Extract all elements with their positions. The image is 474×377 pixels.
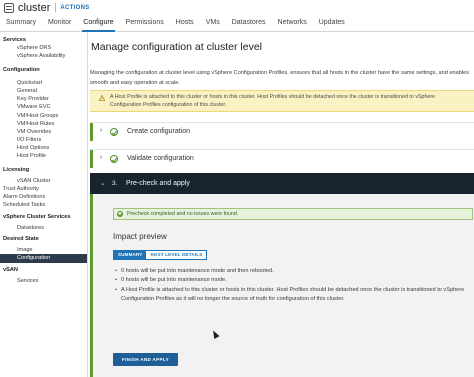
chevron-right-icon[interactable]: › bbox=[100, 154, 102, 161]
list-item: A Host Profile is attached to this clust… bbox=[115, 286, 473, 305]
warning-icon bbox=[99, 95, 105, 101]
tab-configure[interactable]: Configure bbox=[82, 19, 116, 32]
sidebar-item-vsan-services[interactable]: Services bbox=[0, 277, 87, 285]
impact-list: 0 hosts will be put into maintenance mod… bbox=[115, 267, 473, 305]
chevron-right-icon[interactable]: › bbox=[100, 127, 102, 134]
sidebar-item-vm-host-rules[interactable]: VM/Host Rules bbox=[0, 120, 87, 128]
sidebar-item-vm-host-groups[interactable]: VM/Host Groups bbox=[0, 112, 87, 120]
success-text: Precheck completed and no issues were fo… bbox=[127, 211, 239, 217]
sidebar-item-scheduled-tasks[interactable]: Scheduled Tasks bbox=[0, 201, 87, 209]
sidebar-item-trust-authority[interactable]: Trust Authority bbox=[0, 185, 87, 193]
check-circle-icon bbox=[110, 155, 118, 163]
precheck-success-alert: Precheck completed and no issues were fo… bbox=[113, 208, 473, 220]
sidebar-item-image[interactable]: Image bbox=[0, 246, 87, 254]
sidebar-item-key-provider[interactable]: Key Provider bbox=[0, 95, 87, 103]
sidebar-item-vsan-cluster[interactable]: vSAN Cluster bbox=[0, 177, 87, 185]
main-content: Manage configuration at cluster level Ma… bbox=[89, 32, 474, 377]
sidebar-section-vsan[interactable]: vSAN bbox=[0, 266, 87, 274]
step-label: Create configuration bbox=[127, 128, 191, 135]
header-divider bbox=[55, 3, 57, 12]
summary-toggle-button[interactable]: SUMMARY bbox=[114, 251, 147, 259]
object-header: cluster ACTIONS bbox=[0, 0, 474, 15]
sidebar-item-alarm-definitions[interactable]: Alarm Definitions bbox=[0, 193, 87, 201]
step-precheck-and-apply[interactable]: ⌄ 3. Pre-check and apply bbox=[90, 173, 474, 195]
page-title: Manage configuration at cluster level bbox=[91, 41, 263, 53]
configure-sidebar: Services vSphere DRS vSphere Availabilit… bbox=[0, 32, 88, 377]
tab-monitor[interactable]: Monitor bbox=[48, 19, 71, 31]
finish-and-apply-button[interactable]: FINISH AND APPLY bbox=[113, 353, 178, 366]
cluster-icon bbox=[4, 2, 14, 13]
sidebar-item-quickstart[interactable]: Quickstart bbox=[0, 79, 87, 87]
sidebar-item-host-options[interactable]: Host Options bbox=[0, 144, 87, 152]
vsphere-cluster-configure-page: cluster ACTIONS Summary Monitor Configur… bbox=[0, 0, 474, 377]
chevron-down-icon[interactable]: ⌄ bbox=[100, 179, 105, 187]
step-create-configuration[interactable]: › Create configuration bbox=[90, 122, 474, 141]
host-profile-warning-banner: A Host Profile is attached to this clust… bbox=[90, 90, 474, 112]
check-circle-icon bbox=[117, 211, 123, 217]
sidebar-section-configuration[interactable]: Configuration bbox=[0, 66, 87, 74]
sidebar-item-vsphere-availability[interactable]: vSphere Availability bbox=[0, 52, 87, 60]
step-status-bar bbox=[90, 123, 93, 141]
step-status-bar bbox=[90, 150, 93, 168]
tab-hosts[interactable]: Hosts bbox=[176, 19, 194, 31]
sidebar-item-desired-state-configuration[interactable]: Configuration bbox=[0, 254, 87, 263]
sidebar-item-vm-overrides[interactable]: VM Overrides bbox=[0, 128, 87, 136]
sidebar-item-host-profile[interactable]: Host Profile bbox=[0, 152, 87, 160]
tab-updates[interactable]: Updates bbox=[319, 19, 345, 31]
sidebar-item-vmware-evc[interactable]: VMware EVC bbox=[0, 103, 87, 111]
tab-summary[interactable]: Summary bbox=[6, 19, 36, 31]
sidebar-section-services[interactable]: Services bbox=[0, 36, 87, 44]
page-description: Managing the configuration at cluster le… bbox=[90, 70, 470, 86]
impact-view-toggle: SUMMARY HOST LEVEL DETAILS bbox=[113, 250, 208, 260]
tab-permissions[interactable]: Permissions bbox=[126, 19, 164, 31]
impact-preview-heading: Impact preview bbox=[113, 232, 167, 241]
tab-vms[interactable]: VMs bbox=[206, 19, 220, 31]
object-name: cluster bbox=[18, 1, 51, 14]
sidebar-item-vsphere-drs[interactable]: vSphere DRS bbox=[0, 44, 87, 52]
sidebar-section-vsphere-cluster-services[interactable]: vSphere Cluster Services bbox=[0, 213, 87, 221]
step-number: 3. bbox=[112, 180, 118, 187]
list-item: 0 hosts will be put into maintenance mod… bbox=[115, 276, 473, 286]
actions-menu-button[interactable]: ACTIONS bbox=[60, 5, 89, 11]
sidebar-section-licensing[interactable]: Licensing bbox=[0, 166, 87, 174]
sidebar-item-general[interactable]: General bbox=[0, 87, 87, 95]
check-circle-icon bbox=[110, 128, 118, 136]
step-validate-configuration[interactable]: › Validate configuration bbox=[90, 149, 474, 168]
tab-datastores[interactable]: Datastores bbox=[232, 19, 266, 31]
warning-text: A Host Profile is attached to this clust… bbox=[110, 94, 436, 108]
sidebar-item-datastores[interactable]: Datastores bbox=[0, 224, 87, 232]
step-label: Validate configuration bbox=[127, 155, 194, 162]
host-level-details-toggle-button[interactable]: HOST LEVEL DETAILS bbox=[146, 251, 207, 259]
object-tabs: Summary Monitor Configure Permissions Ho… bbox=[0, 15, 474, 32]
list-item: 0 hosts will be put into maintenance mod… bbox=[115, 267, 473, 277]
sidebar-section-desired-state[interactable]: Desired State bbox=[0, 235, 87, 243]
sidebar-item-io-filters[interactable]: I/O Filters bbox=[0, 136, 87, 144]
step-label: Pre-check and apply bbox=[126, 180, 190, 187]
tab-networks[interactable]: Networks bbox=[278, 19, 307, 31]
